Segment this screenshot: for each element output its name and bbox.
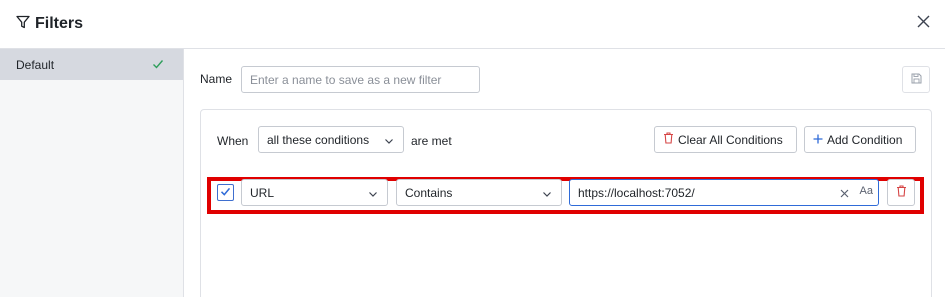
chevron-down-icon bbox=[542, 188, 552, 198]
clear-all-conditions-button[interactable]: Clear All Conditions bbox=[654, 126, 797, 153]
name-label: Name bbox=[200, 72, 233, 86]
check-icon bbox=[152, 58, 164, 70]
chevron-down-icon bbox=[368, 188, 378, 198]
checkbox-check-icon bbox=[220, 184, 231, 202]
filter-icon bbox=[16, 15, 30, 34]
add-condition-label: Add Condition bbox=[827, 132, 903, 147]
clear-value-icon[interactable] bbox=[838, 186, 850, 200]
delete-condition-button[interactable] bbox=[887, 179, 915, 206]
conditions-panel: When all these conditions are met Clear … bbox=[200, 109, 932, 297]
save-icon bbox=[911, 71, 922, 89]
close-button[interactable] bbox=[913, 14, 933, 34]
match-mode-value: all these conditions bbox=[267, 132, 370, 147]
save-filter-button[interactable] bbox=[902, 66, 930, 93]
condition-enabled-checkbox[interactable] bbox=[217, 184, 234, 201]
are-met-label: are met bbox=[411, 134, 452, 148]
condition-field-value: URL bbox=[250, 185, 275, 200]
condition-operator-value: Contains bbox=[405, 185, 453, 200]
filter-editor: Name When all these conditions are met C… bbox=[184, 49, 945, 297]
match-mode-select[interactable]: all these conditions bbox=[258, 126, 404, 153]
condition-value-field[interactable]: Aa bbox=[569, 179, 879, 206]
add-condition-button[interactable]: Add Condition bbox=[804, 126, 916, 153]
dialog-title-group: Filters bbox=[16, 13, 83, 35]
condition-operator-select[interactable]: Contains bbox=[396, 179, 562, 206]
trash-icon bbox=[663, 132, 674, 147]
condition-value-input[interactable] bbox=[570, 180, 830, 205]
dialog-header: Filters bbox=[0, 0, 945, 49]
sidebar-item-default[interactable]: Default bbox=[0, 49, 183, 80]
match-case-toggle[interactable]: Aa bbox=[860, 185, 873, 197]
trash-icon bbox=[896, 184, 907, 202]
when-label: When bbox=[217, 134, 249, 148]
condition-field-select[interactable]: URL bbox=[241, 179, 388, 206]
chevron-down-icon bbox=[384, 135, 394, 145]
sidebar-item-label: Default bbox=[16, 57, 55, 72]
clear-all-label: Clear All Conditions bbox=[678, 132, 783, 147]
plus-icon bbox=[813, 133, 823, 147]
filter-list-sidebar: Default bbox=[0, 49, 184, 297]
dialog-title: Filters bbox=[35, 15, 84, 32]
close-icon bbox=[917, 15, 930, 33]
filter-name-input[interactable] bbox=[241, 66, 480, 93]
